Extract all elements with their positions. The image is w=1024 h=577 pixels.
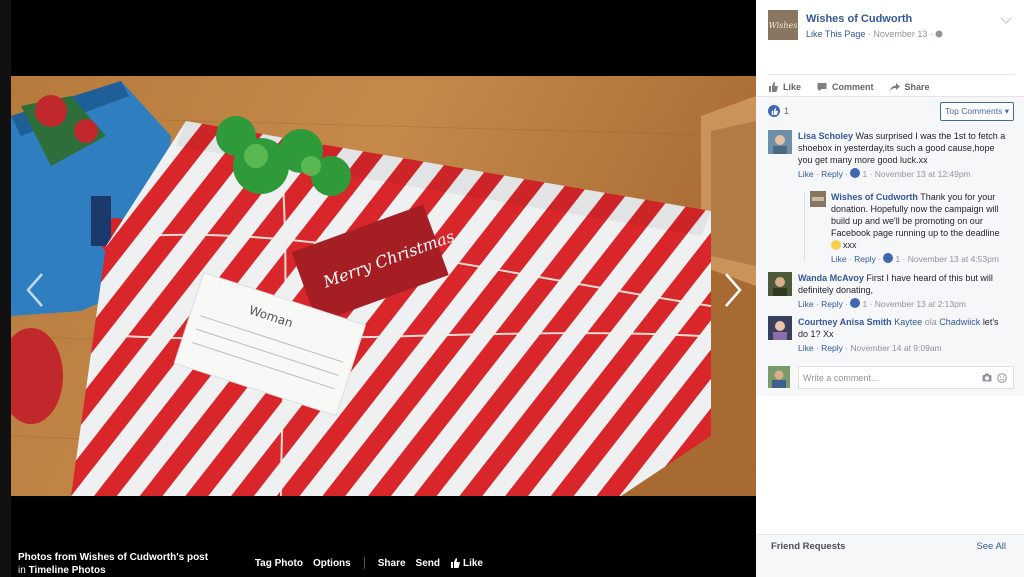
reactions-bar: 1 Top Comments ▾ — [756, 96, 1024, 124]
post-meta: Like This Page · November 13 · — [806, 29, 943, 39]
like-count-value: 1 — [784, 106, 790, 116]
like-reaction-icon — [850, 168, 861, 178]
post-share-button[interactable]: Share — [889, 81, 930, 92]
photo[interactable]: Merry Christmas Woman — [11, 76, 756, 496]
send-button[interactable]: Send — [416, 558, 440, 569]
comment-icon — [817, 82, 827, 91]
page-logo-text: Wishes — [768, 20, 798, 30]
comment-composer: Write a comment... — [768, 366, 1014, 390]
caption-album-link[interactable]: Timeline Photos — [29, 565, 106, 576]
comment-input[interactable]: Write a comment... — [798, 366, 1014, 389]
share-icon — [889, 82, 900, 91]
comment-like-link[interactable]: Like — [798, 299, 814, 309]
comment-time[interactable]: November 13 at 2:13pm — [875, 299, 966, 309]
divider — [363, 557, 365, 569]
share-button[interactable]: Share — [378, 558, 406, 569]
stage-edge — [0, 0, 11, 577]
comment-author-link[interactable]: Courtney Anisa Smith — [798, 317, 892, 327]
like-reaction-icon — [768, 105, 780, 117]
post-like-label: Like — [783, 81, 802, 92]
smile-emoji-icon — [831, 240, 841, 250]
comment-footer: Like · Reply · 1 · November 13 at 2:13pm — [798, 298, 966, 309]
reply-time[interactable]: November 13 at 4:53pm — [908, 254, 999, 264]
comment-like-link[interactable]: Like — [798, 343, 814, 353]
reply-emoji-text: xxx — [843, 240, 857, 250]
composer-icons — [982, 373, 1007, 383]
reply-body: Wishes of Cudworth Thank you for your do… — [831, 191, 1011, 265]
comment-like-link[interactable]: Like — [798, 169, 814, 179]
comment-like-count[interactable]: 1 — [862, 169, 867, 179]
post-header: Wishes Wishes of Cudworth Like This Page… — [768, 10, 1014, 44]
like-reaction-icon — [883, 253, 894, 263]
like-page-link[interactable]: Like This Page — [806, 29, 865, 39]
caret-down-icon: ▾ — [1004, 106, 1009, 116]
chevron-down-icon[interactable] — [1000, 12, 1012, 24]
caption-source-link[interactable]: Photos from Wishes of Cudworth's post — [18, 552, 208, 563]
comments-list: Lisa Scholey Was surprised I was the 1st… — [756, 124, 1024, 396]
comment-author-link[interactable]: Wanda McAvoy — [798, 273, 864, 283]
options-button[interactable]: Options — [313, 558, 351, 569]
avatar — [768, 366, 790, 388]
avatar[interactable] — [768, 316, 792, 340]
post-panel: Wishes Wishes of Cudworth Like This Page… — [756, 0, 1024, 577]
page-logo[interactable]: Wishes — [768, 10, 798, 40]
post-like-button[interactable]: Like — [768, 81, 802, 92]
post-date[interactable]: · November 13 · — [868, 29, 933, 39]
reply-author-link[interactable]: Wishes of Cudworth — [831, 192, 918, 202]
tag-photo-button[interactable]: Tag Photo — [255, 558, 303, 569]
reply-like-link[interactable]: Like — [831, 254, 847, 264]
reply-like-count[interactable]: 1 — [895, 254, 900, 264]
mention-link[interactable]: Kaytee — [894, 317, 922, 327]
like-button[interactable]: Like — [450, 558, 483, 569]
comment-time[interactable]: November 14 at 9:09am — [850, 343, 941, 353]
sort-comments-label: Top Comments — [945, 106, 1003, 116]
post-share-label: Share — [904, 81, 930, 92]
next-arrow-icon[interactable] — [720, 270, 744, 310]
comment-body: Courtney Anisa Smith Kaytee ola Chadwiic… — [798, 316, 1010, 354]
avatar[interactable] — [768, 130, 792, 154]
comment-reply-link[interactable]: Reply — [821, 343, 843, 353]
post-actions: Like Comment Share — [768, 74, 1014, 94]
reply-footer: Like · Reply · 1 · November 13 at 4:53pm — [831, 253, 999, 264]
photo-image: Merry Christmas Woman — [11, 76, 756, 496]
photo-stage: Merry Christmas Woman Photos from Wishes… — [0, 0, 756, 577]
comment-input-placeholder: Write a comment... — [803, 373, 879, 383]
friend-requests-title[interactable]: Friend Requests — [771, 541, 845, 552]
thumbs-up-icon — [769, 81, 778, 92]
mention-link[interactable]: Chadwiick — [939, 317, 980, 327]
comment-body: Wanda McAvoy First I have heard of this … — [798, 272, 1010, 310]
sort-comments-dropdown[interactable]: Top Comments ▾ — [940, 102, 1014, 121]
comment-time[interactable]: November 13 at 12:49pm — [875, 169, 971, 179]
comment-footer: Like · Reply · November 14 at 9:09am — [798, 343, 942, 353]
comment-reply-link[interactable]: Reply — [821, 299, 843, 309]
like-count[interactable]: 1 — [768, 105, 789, 117]
camera-icon[interactable] — [982, 373, 992, 382]
post-comment-label: Comment — [832, 81, 874, 92]
caption-in: in — [18, 565, 26, 576]
previous-arrow-icon[interactable] — [24, 270, 48, 310]
like-reaction-icon — [850, 298, 861, 308]
emoji-icon[interactable] — [997, 373, 1007, 383]
comment-like-count[interactable]: 1 — [862, 299, 867, 309]
like-button-label: Like — [462, 557, 483, 569]
avatar[interactable] — [768, 272, 792, 296]
comment-footer: Like · Reply · 1 · November 13 at 12:49p… — [798, 168, 971, 179]
comment-author-link[interactable]: Lisa Scholey — [798, 131, 853, 141]
post-comment-button[interactable]: Comment — [817, 82, 874, 92]
mention-separator: ola — [924, 317, 937, 327]
photo-caption: Photos from Wishes of Cudworth's post in… — [18, 551, 208, 577]
photo-actions: Tag Photo Options Share Send Like — [250, 557, 488, 569]
thumbs-up-icon — [450, 558, 460, 568]
reply-thread-line — [804, 191, 805, 261]
comment-body: Lisa Scholey Was surprised I was the 1st… — [798, 130, 1010, 180]
reply-reply-link[interactable]: Reply — [854, 254, 876, 264]
globe-icon — [935, 30, 943, 38]
friend-requests-bar: Friend Requests See All — [756, 534, 1024, 577]
avatar[interactable] — [810, 191, 826, 207]
page-name-link[interactable]: Wishes of Cudworth — [806, 13, 912, 25]
see-all-link[interactable]: See All — [976, 541, 1006, 552]
comment-reply-link[interactable]: Reply — [821, 169, 843, 179]
